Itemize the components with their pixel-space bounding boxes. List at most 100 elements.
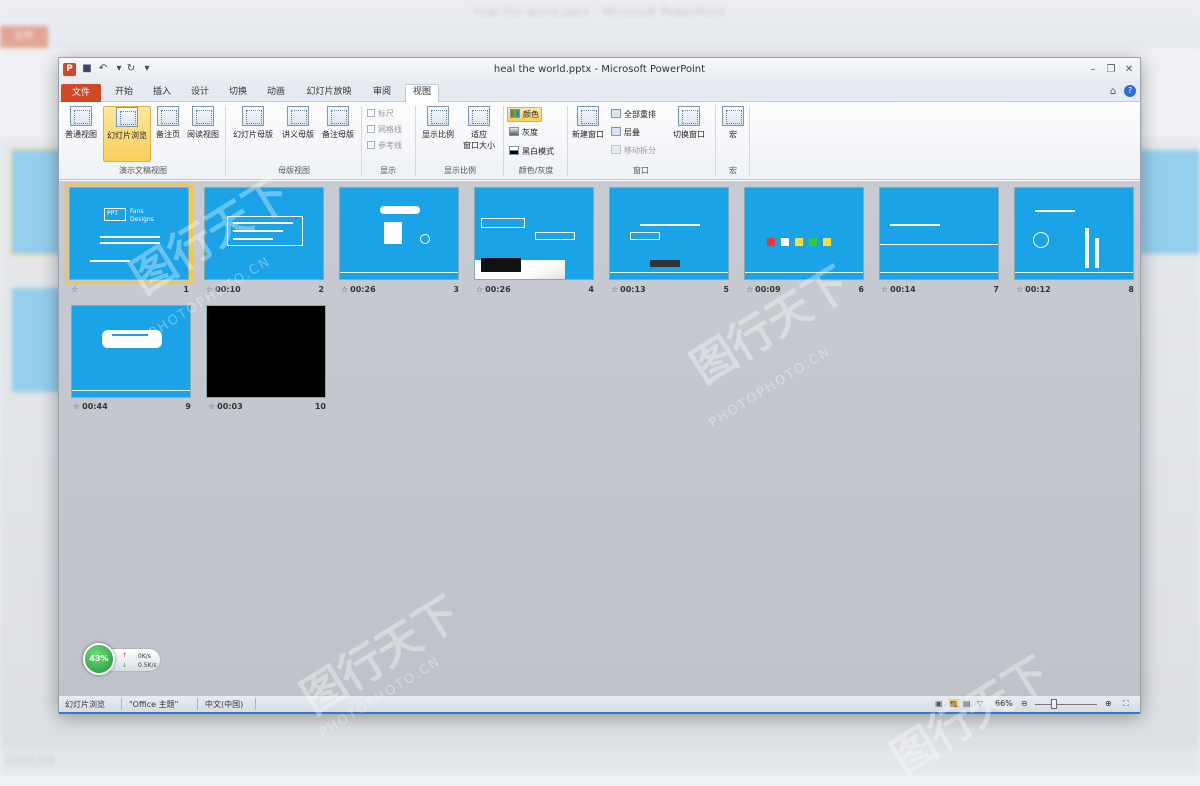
cascade-button[interactable]: 层叠 bbox=[611, 127, 640, 138]
tab-design[interactable]: 设计 bbox=[185, 85, 215, 102]
status-language[interactable]: 中文(中国) bbox=[205, 699, 243, 710]
slide-sorter-button[interactable]: 幻灯片浏览 bbox=[103, 106, 151, 162]
zoom-out-icon[interactable]: ⊖ bbox=[1021, 699, 1028, 708]
new-window-icon bbox=[577, 106, 599, 126]
help-icon[interactable]: ? bbox=[1124, 85, 1136, 97]
move-split-icon bbox=[611, 145, 621, 154]
divider bbox=[503, 106, 504, 176]
network-speed-widget[interactable]: ↑ 0K/s ↓ 0.5K/s 43% bbox=[83, 643, 163, 675]
zoom-button[interactable]: 显示比例 bbox=[419, 106, 457, 162]
handout-master-icon bbox=[287, 106, 309, 126]
divider bbox=[361, 106, 362, 176]
slide-sorter-status-icon[interactable]: ▦ bbox=[949, 699, 959, 708]
fit-slide-icon[interactable]: ⛶ bbox=[1123, 699, 1129, 709]
color-button[interactable]: 颜色 bbox=[507, 107, 542, 122]
arrange-all-button[interactable]: 全部重排 bbox=[611, 109, 656, 120]
transition-icon: ☆ bbox=[611, 285, 619, 294]
slide-thumbnail-1[interactable]: PPT Fans Designs bbox=[65, 183, 193, 284]
group-label-macros: 宏 bbox=[729, 166, 737, 175]
restore-button[interactable]: ❐ bbox=[1104, 63, 1118, 76]
gridlines-checkbox[interactable]: 网格线 bbox=[367, 124, 402, 135]
checkbox-icon bbox=[367, 141, 375, 149]
minimize-ribbon-icon[interactable]: ⌂ bbox=[1106, 85, 1120, 98]
notes-page-icon bbox=[157, 106, 179, 126]
cascade-icon bbox=[611, 127, 621, 136]
switch-window-button[interactable]: 切换窗口 bbox=[667, 106, 711, 162]
group-label-show: 显示 bbox=[380, 166, 396, 175]
reading-view-icon bbox=[192, 106, 214, 126]
new-window-button[interactable]: 新建窗口 bbox=[569, 106, 607, 162]
close-button[interactable]: ✕ bbox=[1122, 63, 1136, 76]
title-bar: P ■ ↶ ▾ ↻ ▾ heal the world.pptx - Micros… bbox=[59, 58, 1140, 82]
slide-thumbnail-4[interactable] bbox=[474, 187, 594, 280]
slideshow-status-icon[interactable]: ▽ bbox=[977, 699, 983, 708]
tab-home[interactable]: 开始 bbox=[109, 85, 139, 102]
normal-view-status-icon[interactable]: ▣ bbox=[935, 699, 943, 708]
slide-thumbnail-8[interactable] bbox=[1014, 187, 1134, 280]
slide-master-button[interactable]: 幻灯片母版 bbox=[229, 106, 277, 162]
divider bbox=[567, 106, 568, 176]
slide-text: PPT bbox=[107, 210, 118, 217]
tab-insert[interactable]: 插入 bbox=[147, 85, 177, 102]
ribbon-view: 普通视图 幻灯片浏览 备注页 阅读视图 演示文稿视图 幻灯片母版 讲义母版 备注… bbox=[59, 102, 1140, 180]
slide-sorter-icon bbox=[116, 107, 138, 127]
macros-button[interactable]: 宏 bbox=[719, 106, 747, 162]
notes-page-button[interactable]: 备注页 bbox=[153, 106, 183, 162]
background-tabs bbox=[0, 24, 1200, 48]
notes-master-icon bbox=[327, 106, 349, 126]
notes-master-button[interactable]: 备注母版 bbox=[319, 106, 357, 162]
switch-window-icon bbox=[678, 106, 700, 126]
guides-checkbox[interactable]: 参考线 bbox=[367, 140, 402, 151]
slide-thumbnail-10[interactable] bbox=[206, 305, 326, 398]
download-speed: 0.5K/s bbox=[138, 662, 157, 669]
zoom-slider-thumb[interactable] bbox=[1051, 699, 1057, 709]
checkbox-icon bbox=[367, 109, 375, 117]
normal-view-button[interactable]: 普通视图 bbox=[63, 106, 99, 162]
zoom-slider-track[interactable] bbox=[1035, 704, 1097, 705]
transition-icon: ☆ bbox=[746, 285, 754, 294]
magnifier-icon bbox=[427, 106, 449, 126]
slide-thumbnail-3[interactable] bbox=[339, 187, 459, 280]
ruler-checkbox[interactable]: 标尺 bbox=[367, 108, 394, 119]
black-white-button[interactable]: 黑白模式 bbox=[509, 146, 554, 157]
zoom-in-icon[interactable]: ⊕ bbox=[1105, 699, 1112, 708]
tab-file[interactable]: 文件 bbox=[61, 84, 101, 102]
color-icon bbox=[510, 109, 520, 118]
transition-icon: ☆ bbox=[1016, 285, 1024, 294]
minimize-button[interactable]: – bbox=[1086, 63, 1100, 76]
tab-transitions[interactable]: 切换 bbox=[223, 85, 253, 102]
slide-thumbnail-6[interactable] bbox=[744, 187, 864, 280]
group-label-zoom: 显示比例 bbox=[444, 166, 476, 175]
reading-view-status-icon[interactable]: ▤ bbox=[963, 699, 971, 708]
usage-percent: 43% bbox=[83, 643, 115, 675]
transition-icon: ☆ bbox=[476, 285, 484, 294]
arrange-all-icon bbox=[611, 109, 621, 118]
fit-to-window-button[interactable]: 适应 窗口大小 bbox=[459, 106, 499, 162]
handout-master-button[interactable]: 讲义母版 bbox=[279, 106, 317, 162]
tab-slideshow[interactable]: 幻灯片放映 bbox=[299, 85, 359, 102]
zoom-level[interactable]: 66% bbox=[995, 699, 1013, 708]
slide-thumbnail-9[interactable] bbox=[71, 305, 191, 398]
background-title: heal the world.pptx - Microsoft PowerPoi… bbox=[0, 0, 1200, 24]
move-split-button[interactable]: 移动拆分 bbox=[611, 145, 656, 156]
status-view: 幻灯片浏览 bbox=[65, 700, 105, 709]
tab-animations[interactable]: 动画 bbox=[261, 85, 291, 102]
slide-sorter-area: PPT Fans Designs ☆1 ☆00:102 ☆00:263 bbox=[59, 181, 1140, 695]
slide-thumbnail-7[interactable] bbox=[879, 187, 999, 280]
ribbon-tabs: 文件 开始 插入 设计 切换 动画 幻灯片放映 审阅 视图 ⌂ ? bbox=[59, 82, 1140, 102]
powerpoint-window: P ■ ↶ ▾ ↻ ▾ heal the world.pptx - Micros… bbox=[58, 57, 1141, 714]
slide-thumbnail-2[interactable] bbox=[204, 187, 324, 280]
background-thumb bbox=[1140, 150, 1200, 254]
slide-thumbnail-5[interactable] bbox=[609, 187, 729, 280]
status-bar: 幻灯片浏览 "Office 主题" 中文(中国) ▣ ▦ ▤ ▽ 66% ⊖ ⊕… bbox=[59, 695, 1140, 712]
tab-review[interactable]: 审阅 bbox=[367, 85, 397, 102]
transition-icon: ☆ bbox=[881, 285, 889, 294]
checkbox-icon bbox=[367, 125, 375, 133]
download-icon: ↓ bbox=[122, 662, 128, 669]
divider bbox=[715, 106, 716, 176]
divider bbox=[415, 106, 416, 176]
reading-view-button[interactable]: 阅读视图 bbox=[185, 106, 221, 162]
status-theme[interactable]: "Office 主题" bbox=[129, 699, 178, 710]
grayscale-button[interactable]: 灰度 bbox=[509, 127, 538, 138]
tab-view[interactable]: 视图 bbox=[405, 84, 439, 102]
